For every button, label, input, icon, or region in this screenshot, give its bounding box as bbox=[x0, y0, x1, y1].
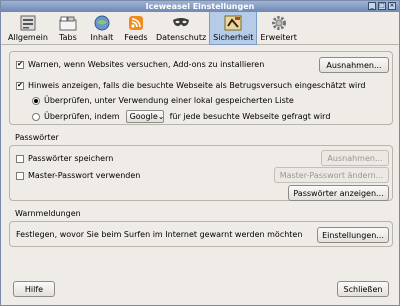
warnings-text-row: Festlegen, wovor Sie beim Surfen im Inte… bbox=[16, 230, 302, 239]
maximize-button[interactable]: □ bbox=[378, 2, 386, 10]
check-remote-radio[interactable] bbox=[32, 112, 40, 121]
tab-sicherheit[interactable]: Sicherheit bbox=[209, 12, 258, 45]
check-local-list-row: Überprüfen, unter Verwendung einer lokal… bbox=[32, 96, 294, 105]
warn-addons-checkbox[interactable]: ✔ bbox=[16, 60, 24, 69]
addon-exceptions-button[interactable]: Ausnahmen... bbox=[319, 57, 389, 73]
tab-inhalt[interactable]: Inhalt bbox=[85, 12, 119, 45]
title-bar[interactable]: Iceweasel Einstellungen _ □ × bbox=[1, 1, 399, 12]
tabs-icon bbox=[59, 14, 77, 32]
close-window-button[interactable]: × bbox=[388, 2, 396, 10]
passwords-section: Passwörter speichern Ausnahmen... Master… bbox=[9, 145, 393, 201]
change-master-password-button[interactable]: Master-Passwort ändern... bbox=[274, 167, 389, 183]
save-passwords-checkbox[interactable] bbox=[16, 154, 24, 163]
help-button[interactable]: Hilfe bbox=[13, 281, 55, 297]
warn-addons-label[interactable]: Warnen, wenn Websites versuchen, Add-ons… bbox=[28, 60, 264, 69]
minimize-button[interactable]: _ bbox=[368, 2, 376, 10]
check-remote-prefix[interactable]: Überprüfen, indem bbox=[44, 112, 120, 121]
show-passwords-button[interactable]: Passwörter anzeigen... bbox=[288, 185, 389, 201]
warn-fraud-checkbox[interactable]: ✔ bbox=[16, 81, 24, 90]
content-icon bbox=[93, 14, 111, 32]
save-passwords-row: Passwörter speichern bbox=[16, 154, 113, 163]
warning-settings-button[interactable]: Einstellungen... bbox=[317, 227, 389, 243]
provider-select-value: Google bbox=[129, 112, 158, 121]
check-remote-row: Überprüfen, indem Google ⌄ für jede besu… bbox=[32, 110, 330, 123]
general-icon bbox=[19, 14, 37, 32]
security-icon bbox=[224, 14, 242, 32]
tab-feeds[interactable]: Feeds bbox=[119, 12, 153, 45]
tab-erweitert[interactable]: Erweitert bbox=[257, 12, 300, 45]
master-password-label[interactable]: Master-Passwort verwenden bbox=[28, 171, 140, 180]
security-section: ✔ Warnen, wenn Websites versuchen, Add-o… bbox=[9, 51, 393, 125]
warn-fraud-row: ✔ Hinweis anzeigen, falls die besuchte W… bbox=[16, 81, 365, 90]
privacy-mask-icon bbox=[172, 14, 190, 32]
passwords-section-title: Passwörter bbox=[15, 133, 59, 142]
warnings-section-title: Warnmeldungen bbox=[15, 209, 81, 218]
warnings-description: Festlegen, wovor Sie beim Surfen im Inte… bbox=[16, 230, 303, 239]
close-button[interactable]: Schließen bbox=[337, 281, 389, 297]
chevron-down-icon: ⌄ bbox=[157, 112, 165, 121]
preferences-window: Iceweasel Einstellungen _ □ × Allgemein … bbox=[0, 0, 400, 306]
master-password-row: Master-Passwort verwenden bbox=[16, 171, 140, 180]
warn-addons-row: ✔ Warnen, wenn Websites versuchen, Add-o… bbox=[16, 60, 264, 69]
master-password-checkbox[interactable] bbox=[16, 171, 24, 180]
provider-select[interactable]: Google ⌄ bbox=[125, 110, 165, 123]
tab-allgemein[interactable]: Allgemein bbox=[5, 12, 51, 45]
check-remote-suffix: für jede besuchte Webseite gefragt wird bbox=[169, 112, 331, 121]
preferences-toolbar: Allgemein Tabs Inhalt Feeds Datenschutz bbox=[1, 12, 399, 45]
check-local-list-label[interactable]: Überprüfen, unter Verwendung einer lokal… bbox=[44, 96, 294, 105]
tab-tabs[interactable]: Tabs bbox=[51, 12, 85, 45]
check-local-list-radio[interactable] bbox=[32, 96, 40, 105]
tab-datenschutz[interactable]: Datenschutz bbox=[153, 12, 209, 45]
save-passwords-label[interactable]: Passwörter speichern bbox=[28, 154, 113, 163]
password-exceptions-button[interactable]: Ausnahmen... bbox=[321, 150, 389, 166]
warn-fraud-label[interactable]: Hinweis anzeigen, falls die besuchte Web… bbox=[28, 81, 365, 90]
warnings-section: Festlegen, wovor Sie beim Surfen im Inte… bbox=[9, 221, 393, 247]
advanced-gear-icon bbox=[270, 14, 288, 32]
window-title: Iceweasel Einstellungen bbox=[145, 2, 255, 11]
feeds-icon bbox=[127, 14, 145, 32]
